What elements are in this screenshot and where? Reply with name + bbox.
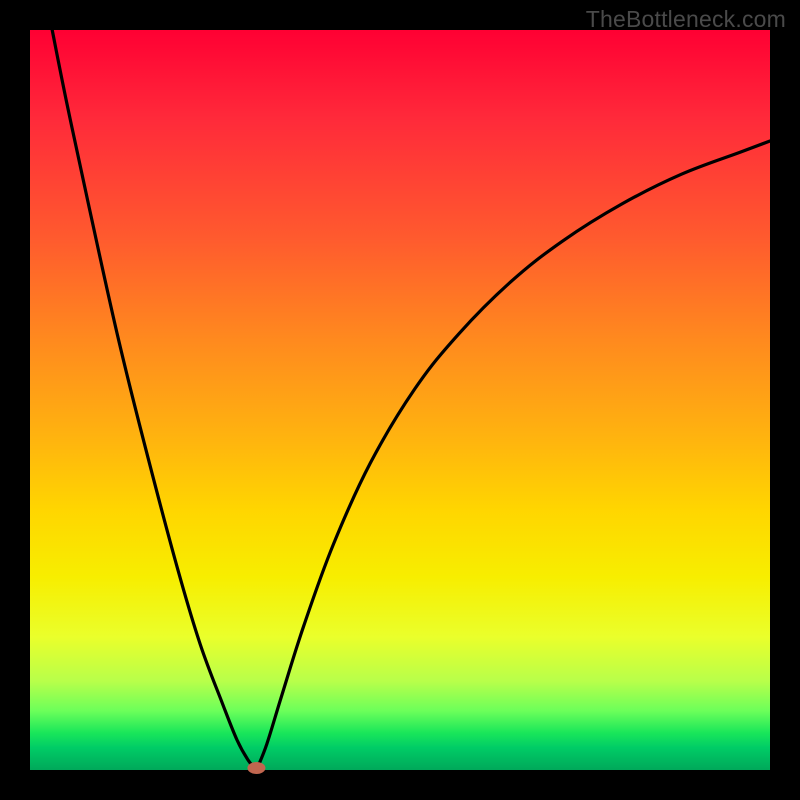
chart-frame: TheBottleneck.com: [0, 0, 800, 800]
curve-right-branch: [256, 141, 770, 770]
curve-left-branch: [52, 30, 256, 770]
watermark-text: TheBottleneck.com: [586, 6, 786, 33]
curve-svg: [30, 30, 770, 770]
minimum-marker: [247, 762, 265, 774]
plot-area: [30, 30, 770, 770]
